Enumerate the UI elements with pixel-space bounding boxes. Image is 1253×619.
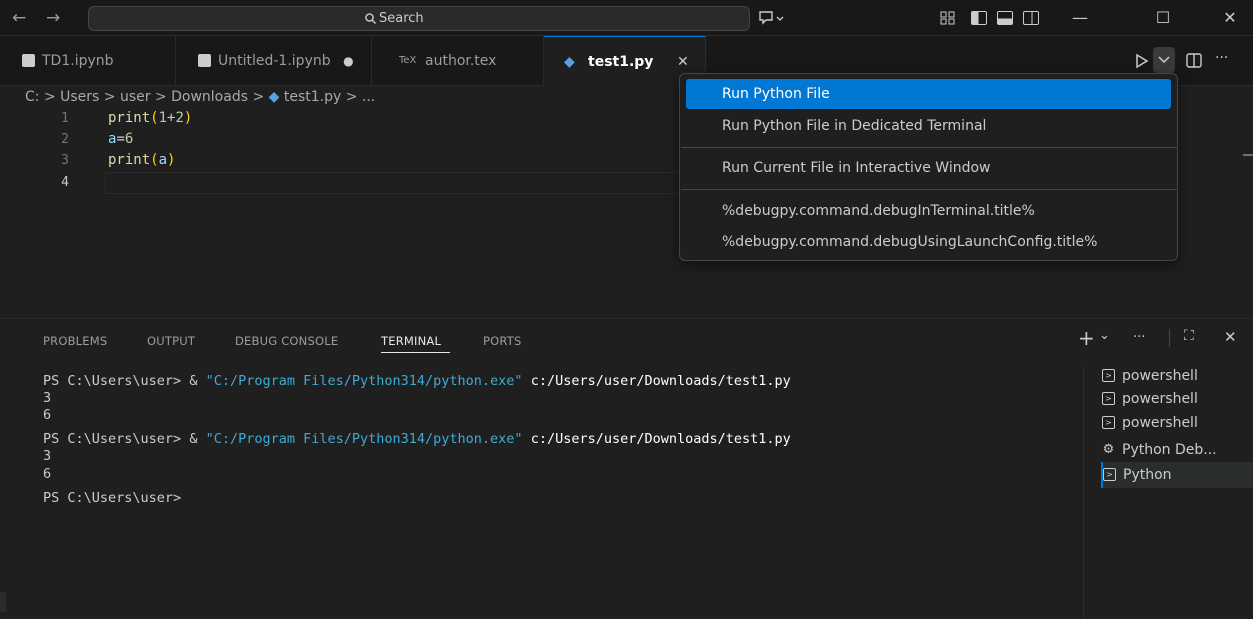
tab-label: test1.py	[588, 54, 654, 70]
python-icon: ◆	[564, 54, 575, 70]
menu-item-run-python-file[interactable]: Run Python File	[686, 79, 1171, 109]
menu-item-debug-using-launch-config[interactable]: %debugpy.command.debugUsingLaunchConfig.…	[686, 227, 1171, 257]
menu-item-run-interactive-window[interactable]: Run Current File in Interactive Window	[686, 153, 1171, 183]
menu-separator	[681, 189, 1178, 190]
notebook-icon	[198, 54, 211, 67]
tab-label: TD1.ipynb	[42, 53, 114, 69]
chevron-down-icon	[1158, 56, 1170, 64]
close-window-button[interactable]: ✕	[1207, 0, 1253, 36]
terminal-line[interactable]: PS C:\Users\user> & "C:/Program Files/Py…	[43, 373, 791, 389]
breadcrumb[interactable]: C: > Users > user > Downloads > ◆ test1.…	[25, 86, 375, 108]
line-number: 4	[61, 175, 69, 190]
python-icon: ◆	[268, 89, 284, 105]
tab-td1-ipynb[interactable]: TD1.ipynb	[0, 36, 176, 86]
terminal-icon: >	[1102, 369, 1115, 382]
customize-layout-icon[interactable]	[940, 11, 956, 25]
title-bar: ← → Search — ☐ ✕	[0, 0, 1253, 36]
terminal-output: 3	[43, 390, 52, 406]
terminal-list-item-active[interactable]: > Python	[1101, 462, 1253, 488]
terminal-prompt: PS C:\Users\user>	[43, 373, 190, 389]
terminal-tabs-list: > powershell > powershell > powershell ⚙ Pyt…	[1083, 366, 1253, 619]
search-icon	[365, 13, 376, 24]
unsaved-dot-icon[interactable]: ●	[343, 54, 353, 68]
panel-divider[interactable]	[0, 318, 1253, 319]
tab-author-tex[interactable]: TeX author.tex	[372, 36, 544, 86]
breadcrumb-path[interactable]: C: > Users > user > Downloads >	[25, 89, 269, 105]
code-line-3[interactable]: print(a)	[108, 152, 175, 168]
chevron-down-icon[interactable]: ⌄	[1099, 328, 1110, 343]
tab-problems[interactable]: PROBLEMS	[43, 334, 107, 348]
forward-arrow-icon[interactable]: →	[46, 0, 60, 36]
tab-terminal[interactable]: TERMINAL	[381, 334, 441, 348]
terminal-script-path: c:/Users/user/Downloads/test1.py	[522, 373, 791, 389]
menu-item-run-python-file-dedicated-terminal[interactable]: Run Python File in Dedicated Terminal	[686, 111, 1171, 141]
tab-debug-console[interactable]: DEBUG CONSOLE	[235, 334, 338, 348]
terminal-line[interactable]: PS C:\Users\user> & "C:/Program Files/Py…	[43, 431, 791, 447]
terminal-list-item[interactable]: > powershell	[1102, 386, 1253, 412]
toggle-primary-sidebar-icon[interactable]	[971, 11, 987, 25]
line-number: 2	[61, 132, 69, 147]
terminal-prompt[interactable]: PS C:\Users\user>	[43, 490, 181, 506]
panel-actions-divider	[1169, 329, 1170, 347]
terminal-icon: >	[1102, 392, 1115, 405]
terminal-icon: >	[1103, 468, 1116, 481]
back-arrow-icon[interactable]: ←	[12, 0, 26, 36]
terminal-output: 6	[43, 466, 52, 482]
terminal-icon: >	[1102, 416, 1115, 429]
menu-item-debug-in-terminal[interactable]: %debugpy.command.debugInTerminal.title%	[686, 196, 1171, 226]
terminal-output: 3	[43, 448, 52, 464]
menu-separator	[681, 147, 1178, 148]
terminal-ampersand: &	[189, 373, 206, 389]
new-terminal-icon[interactable]: +	[1078, 326, 1095, 350]
toggle-panel-icon[interactable]	[997, 11, 1013, 25]
line-number: 3	[61, 153, 69, 168]
tab-label: author.tex	[425, 53, 497, 69]
terminal-script-path: c:/Users/user/Downloads/test1.py	[522, 431, 791, 447]
tab-ports[interactable]: PORTS	[483, 334, 521, 348]
split-editor-icon[interactable]	[1186, 53, 1202, 68]
terminal-list-item[interactable]: ⚙ Python Deb...	[1102, 437, 1253, 463]
scrollbar-marker	[1243, 154, 1253, 156]
toggle-secondary-sidebar-icon[interactable]	[1023, 11, 1039, 25]
notebook-icon	[22, 54, 35, 67]
run-dropdown-button[interactable]	[1153, 47, 1175, 73]
run-icon[interactable]	[1134, 53, 1150, 69]
maximize-button[interactable]: ☐	[1140, 0, 1186, 36]
terminal-ampersand: &	[189, 431, 206, 447]
terminal-exe-path: "C:/Program Files/Python314/python.exe"	[205, 373, 523, 389]
search-label: Search	[379, 11, 424, 26]
tab-output[interactable]: OUTPUT	[147, 334, 195, 348]
more-actions-icon[interactable]: ···	[1215, 50, 1228, 66]
tab-label: Untitled-1.ipynb	[218, 53, 331, 69]
close-panel-icon[interactable]: ✕	[1224, 328, 1237, 346]
maximize-panel-icon[interactable]: ⛶	[1184, 328, 1194, 344]
debug-icon: ⚙	[1102, 442, 1115, 457]
terminal-output: 6	[43, 407, 52, 423]
breadcrumb-file[interactable]: test1.py > ...	[284, 89, 375, 105]
code-line-1[interactable]: print(1+2)	[108, 110, 192, 126]
tab-untitled-1-ipynb[interactable]: Untitled-1.ipynb ●	[176, 36, 372, 86]
panel-more-icon[interactable]: ···	[1133, 330, 1145, 345]
command-center-search[interactable]: Search	[88, 6, 750, 31]
tex-icon: TeX	[399, 55, 417, 66]
line-number: 1	[61, 111, 69, 126]
copilot-icon[interactable]	[758, 9, 786, 27]
minimize-button[interactable]: —	[1057, 0, 1103, 36]
terminal-exe-path: "C:/Program Files/Python314/python.exe"	[205, 431, 523, 447]
terminal-list-item[interactable]: > powershell	[1102, 410, 1253, 436]
current-line-highlight	[105, 172, 685, 194]
scrollbar-thumb[interactable]	[0, 592, 6, 612]
run-dropdown-menu: Run Python File Run Python File in Dedic…	[679, 73, 1178, 261]
terminal-prompt: PS C:\Users\user>	[43, 431, 190, 447]
code-line-2[interactable]: a=6	[108, 131, 133, 147]
active-tab-underline	[381, 352, 450, 353]
